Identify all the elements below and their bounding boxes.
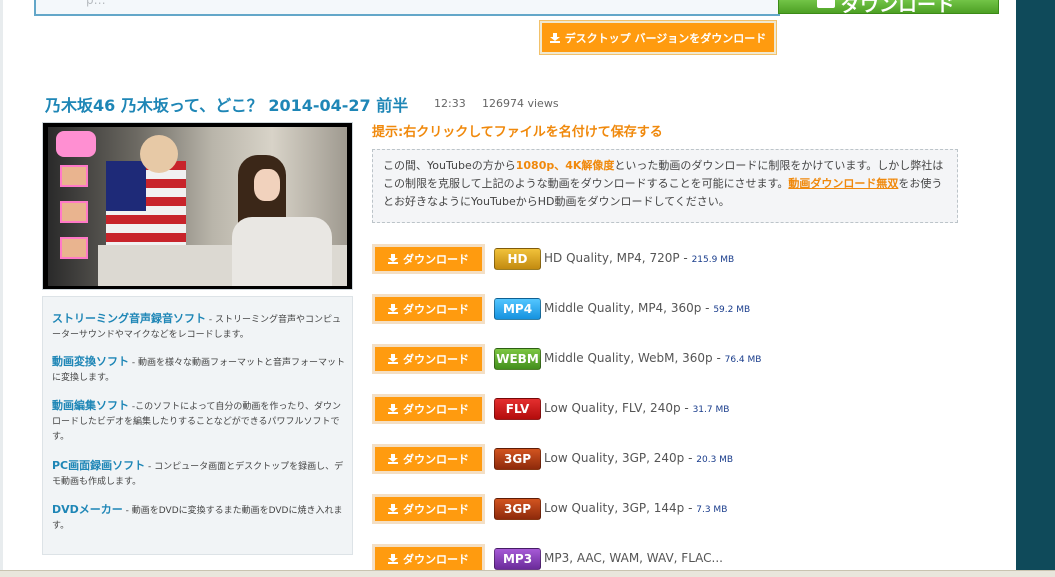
download-icon bbox=[817, 0, 835, 8]
notice-link[interactable]: 動画ダウンロード無双 bbox=[788, 177, 898, 190]
download-row: ダウンロード HD HD Quality, MP4, 720P - 215.9 … bbox=[372, 244, 972, 276]
thumbnail-head bbox=[140, 135, 178, 173]
search-text: p… bbox=[86, 0, 106, 7]
format-desc-text: Middle Quality, MP4, 360p bbox=[544, 301, 702, 315]
format-description: Low Quality, 3GP, 144p - 7.3 MB bbox=[544, 501, 728, 515]
desktop-download-button[interactable]: デスクトップ バージョンをダウンロード bbox=[539, 20, 777, 55]
software-link-item: DVDメーカー - 動画をDVDに変換するまた動画をDVDに焼き入れます。 bbox=[52, 502, 348, 534]
download-row: ダウンロード 3GP Low Quality, 3GP, 240p - 20.3… bbox=[372, 444, 972, 476]
software-link-item: 動画変換ソフト - 動画を様々な動画フォーマットと音声フォーマットに変換します。 bbox=[52, 354, 348, 386]
software-link[interactable]: 動画変換ソフト bbox=[52, 355, 129, 368]
status-bar bbox=[0, 570, 1055, 577]
download-row: ダウンロード FLV Low Quality, FLV, 240p - 31.7… bbox=[372, 394, 972, 426]
format-description: Low Quality, 3GP, 240p - 20.3 MB bbox=[544, 451, 734, 465]
search-input[interactable]: p… bbox=[34, 0, 780, 16]
thumbnail-logo bbox=[56, 131, 96, 157]
notice-box: この間、YouTubeの方から1080p、4K解像度といった動画のダウンロードに… bbox=[372, 149, 958, 223]
download-button-label: ダウンロード bbox=[403, 553, 469, 566]
format-description: Middle Quality, WebM, 360p - 76.4 MB bbox=[544, 351, 762, 365]
download-button[interactable]: ダウンロード bbox=[372, 244, 485, 274]
format-badge: MP3 bbox=[494, 548, 541, 570]
format-description: Middle Quality, MP4, 360p - 59.2 MB bbox=[544, 301, 751, 315]
notice-highlight: 1080p、4K解像度 bbox=[515, 159, 615, 172]
software-link[interactable]: DVDメーカー bbox=[52, 503, 123, 516]
software-link[interactable]: ストリーミング音声録音ソフト bbox=[52, 312, 206, 325]
format-desc-text: HD Quality, MP4, 720P bbox=[544, 251, 680, 265]
format-badge: WEBM bbox=[494, 348, 541, 370]
download-icon bbox=[388, 404, 398, 414]
download-button-label: ダウンロード bbox=[403, 303, 469, 316]
right-frame bbox=[1016, 0, 1055, 577]
download-button[interactable]: ダウンロード bbox=[372, 444, 485, 474]
thumbnail-face bbox=[60, 165, 88, 187]
format-description: HD Quality, MP4, 720P - 215.9 MB bbox=[544, 251, 735, 265]
file-size: 215.9 MB bbox=[691, 255, 735, 265]
thumbnail-face bbox=[60, 237, 88, 259]
download-icon bbox=[388, 504, 398, 514]
format-desc-text: Middle Quality, WebM, 360p bbox=[544, 351, 713, 365]
format-badge: 3GP bbox=[494, 448, 541, 470]
file-size: 20.3 MB bbox=[696, 455, 734, 465]
save-hint: 提示:右クリックしてファイルを名付けて保存する bbox=[372, 125, 663, 140]
file-size: 31.7 MB bbox=[692, 405, 730, 415]
download-row: ダウンロード 3GP Low Quality, 3GP, 144p - 7.3 … bbox=[372, 494, 972, 526]
software-link-item: ストリーミング音声録音ソフト - ストリーミング音声やコンピューターサウンドやマ… bbox=[52, 311, 348, 343]
file-size: 76.4 MB bbox=[724, 355, 762, 365]
download-button-label: ダウンロード bbox=[403, 253, 469, 266]
download-row: ダウンロード MP4 Middle Quality, MP4, 360p - 5… bbox=[372, 294, 972, 326]
software-link[interactable]: 動画編集ソフト bbox=[52, 399, 129, 412]
file-size: 7.3 MB bbox=[696, 505, 728, 515]
download-icon bbox=[388, 354, 398, 364]
left-frame bbox=[0, 0, 3, 577]
video-thumbnail[interactable] bbox=[42, 122, 353, 290]
format-badge: MP4 bbox=[494, 298, 541, 320]
software-link-item: 動画編集ソフト -このソフトによって自分の動画を作ったり、ダウンロードしたビデオ… bbox=[52, 398, 348, 445]
format-description: Low Quality, FLV, 240p - 31.7 MB bbox=[544, 401, 730, 415]
format-desc-text: Low Quality, 3GP, 240p bbox=[544, 451, 685, 465]
video-title: 乃木坂46 乃木坂って、どこ？ 2014-04-27 前半 bbox=[45, 96, 409, 115]
format-desc-text: Low Quality, FLV, 240p bbox=[544, 401, 681, 415]
video-views: 126974 views bbox=[482, 97, 559, 110]
search-download-button[interactable]: ダウンロード bbox=[778, 0, 999, 16]
format-badge: FLV bbox=[494, 398, 541, 420]
download-icon bbox=[549, 32, 560, 43]
download-icon bbox=[388, 304, 398, 314]
software-links-panel: ストリーミング音声録音ソフト - ストリーミング音声やコンピューターサウンドやマ… bbox=[42, 296, 353, 555]
download-button-label: ダウンロード bbox=[403, 403, 469, 416]
file-size: 59.2 MB bbox=[713, 305, 751, 315]
download-button-label: ダウンロード bbox=[403, 353, 469, 366]
notice-text: この間、YouTubeの方から bbox=[383, 159, 516, 172]
download-icon bbox=[388, 254, 398, 264]
download-row: ダウンロード WEBM Middle Quality, WebM, 360p -… bbox=[372, 344, 972, 376]
download-icon bbox=[388, 454, 398, 464]
download-button[interactable]: ダウンロード bbox=[372, 494, 485, 524]
download-button-label: ダウンロード bbox=[403, 503, 469, 516]
search-download-label: ダウンロード bbox=[841, 0, 956, 16]
download-button[interactable]: ダウンロード bbox=[372, 394, 485, 424]
format-desc-text: Low Quality, 3GP, 144p bbox=[544, 501, 685, 515]
format-description: MP3, AAC, WAM, WAV, FLAC... bbox=[544, 551, 723, 565]
software-link[interactable]: PC画面録画ソフト bbox=[52, 459, 145, 472]
download-button-label: ダウンロード bbox=[403, 453, 469, 466]
download-button[interactable]: ダウンロード bbox=[372, 344, 485, 374]
thumbnail-image bbox=[48, 127, 347, 286]
thumbnail-girl-body bbox=[232, 217, 332, 286]
format-badge: 3GP bbox=[494, 498, 541, 520]
thumbnail-face bbox=[60, 201, 88, 223]
format-desc-text: MP3, AAC, WAM, WAV, FLAC... bbox=[544, 551, 723, 565]
format-badge: HD bbox=[494, 248, 541, 270]
desktop-download-label: デスクトップ バージョンをダウンロード bbox=[564, 31, 767, 45]
thumbnail-girl-face bbox=[254, 169, 280, 201]
software-link-item: PC画面録画ソフト - コンピュータ画面とデスクトップを録画し、デモ動画も作成し… bbox=[52, 458, 348, 490]
thumbnail-flag-stars bbox=[106, 161, 146, 211]
download-icon bbox=[388, 554, 398, 564]
download-button[interactable]: ダウンロード bbox=[372, 294, 485, 324]
video-duration: 12:33 bbox=[434, 97, 466, 110]
